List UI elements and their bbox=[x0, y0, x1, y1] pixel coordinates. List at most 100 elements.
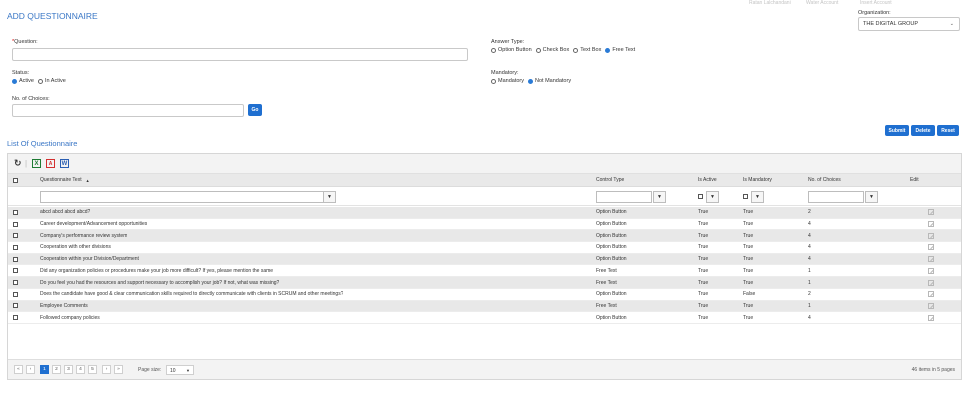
status-inactive[interactable]: In Active bbox=[37, 78, 66, 84]
row-checkbox[interactable] bbox=[13, 266, 18, 277]
edit-icon[interactable] bbox=[928, 301, 934, 312]
choices-label: No. of Choices: bbox=[12, 96, 50, 102]
edit-icon[interactable] bbox=[928, 219, 934, 230]
organization-selected-value: THE DIGITAL GROUP bbox=[863, 21, 919, 27]
delete-button[interactable]: Delete bbox=[911, 125, 935, 136]
table-row[interactable]: Do you feel you had the resources and su… bbox=[8, 277, 961, 289]
answer-type-label: Answer Type: bbox=[491, 39, 525, 45]
row-checkbox[interactable] bbox=[13, 289, 18, 300]
cell-no-of-choices: 4 bbox=[808, 244, 811, 251]
grid-toolbar: ↻ | X A W bbox=[8, 154, 961, 174]
filter-checkbox-is-active[interactable] bbox=[698, 187, 703, 205]
status-active[interactable]: Active bbox=[12, 78, 34, 84]
row-checkbox[interactable] bbox=[13, 219, 18, 230]
edit-icon[interactable] bbox=[928, 230, 934, 241]
table-row[interactable]: Cooperation with other divisions Option B… bbox=[8, 242, 961, 254]
pager-page-1[interactable]: 1 bbox=[40, 365, 49, 374]
table-row[interactable]: Did any organization policies or procedu… bbox=[8, 266, 961, 278]
row-checkbox[interactable] bbox=[13, 301, 18, 312]
table-row[interactable]: Career development/Advancement opportuni… bbox=[8, 219, 961, 231]
pager-last-button[interactable]: » bbox=[114, 365, 123, 374]
filter-icon[interactable]: ▼ bbox=[653, 191, 666, 203]
select-all-checkbox[interactable] bbox=[13, 174, 18, 186]
table-row[interactable]: Does the candidate have good & clear com… bbox=[8, 289, 961, 301]
row-checkbox[interactable] bbox=[13, 277, 18, 288]
column-header-no-of-choices[interactable]: No. of Choices bbox=[808, 174, 841, 186]
reset-button[interactable]: Reset bbox=[937, 125, 959, 136]
header-user-name[interactable]: Ratan Lalchandani bbox=[749, 0, 791, 6]
column-header-is-active[interactable]: Is Active bbox=[698, 174, 717, 186]
edit-icon[interactable] bbox=[928, 289, 934, 300]
pager-first-button[interactable]: « bbox=[14, 365, 23, 374]
table-row[interactable]: Employee Comments Free Text True True 1 bbox=[8, 300, 961, 313]
mandatory-yes[interactable]: Mandatory bbox=[491, 78, 524, 84]
filter-input-no-of-choices[interactable] bbox=[808, 191, 864, 203]
grid-header: Questionnaire Text ▲ Control Type Is Acti… bbox=[8, 174, 961, 187]
pager-page-5[interactable]: 5 bbox=[88, 365, 97, 374]
choices-input[interactable] bbox=[12, 104, 244, 117]
column-header-questionnaire-text[interactable]: Questionnaire Text ▲ bbox=[40, 174, 90, 186]
answer-type-check-box[interactable]: Check Box bbox=[535, 47, 569, 53]
filter-icon[interactable]: ▼ bbox=[865, 191, 878, 203]
cell-is-active: True bbox=[698, 291, 709, 298]
pager-page-2[interactable]: 2 bbox=[52, 365, 61, 374]
edit-icon[interactable] bbox=[928, 254, 934, 265]
row-checkbox[interactable] bbox=[13, 242, 18, 253]
cell-is-active: True bbox=[698, 209, 709, 216]
table-row[interactable]: Cooperation within your Division/Departm… bbox=[8, 253, 961, 266]
page-size-select[interactable]: 10 ▼ bbox=[166, 365, 194, 375]
pdf-icon[interactable]: A bbox=[46, 159, 55, 168]
row-checkbox[interactable] bbox=[13, 254, 18, 265]
edit-icon[interactable] bbox=[928, 312, 934, 323]
cell-is-active: True bbox=[698, 244, 709, 251]
edit-icon[interactable] bbox=[928, 277, 934, 288]
organization-select[interactable]: THE DIGITAL GROUP ⌄ bbox=[858, 17, 960, 31]
filter-input-control-type[interactable] bbox=[596, 191, 652, 203]
row-checkbox[interactable] bbox=[13, 230, 18, 241]
table-row[interactable]: Company's performance review system Optio… bbox=[8, 230, 961, 243]
header-link-insert[interactable]: Insert Account bbox=[860, 0, 892, 6]
filter-row: ▼ ▼ ▼ ▼ ▼ bbox=[8, 187, 961, 206]
table-row[interactable]: abcd abcd abcd abcd? Option Button True Tru… bbox=[8, 207, 961, 219]
submit-button[interactable]: Submit bbox=[885, 125, 909, 136]
sort-asc-icon: ▲ bbox=[85, 177, 90, 183]
cell-no-of-choices: 2 bbox=[808, 291, 811, 298]
question-input[interactable] bbox=[12, 48, 468, 61]
cell-questionnaire-text: Do you feel you had the resources and su… bbox=[40, 279, 280, 286]
refresh-icon[interactable]: ↻ bbox=[14, 158, 22, 169]
excel-icon[interactable]: X bbox=[32, 159, 41, 168]
mandatory-no[interactable]: Not Mandatory bbox=[528, 78, 571, 84]
cell-questionnaire-text: Company's performance review system bbox=[40, 232, 128, 239]
edit-icon[interactable] bbox=[928, 242, 934, 253]
column-header-is-mandatory[interactable]: Is Mandatory bbox=[743, 174, 772, 186]
answer-type-text-box[interactable]: Text Box bbox=[573, 47, 601, 53]
answer-type-group: Option Button Check Box Text Box Free Te… bbox=[491, 47, 639, 53]
pager-prev-button[interactable]: ‹ bbox=[26, 365, 35, 374]
organization-label: Organization: bbox=[858, 10, 891, 16]
go-button[interactable]: Go bbox=[248, 104, 262, 116]
cell-control-type: Free Text bbox=[596, 302, 617, 309]
cell-is-mandatory: True bbox=[743, 314, 754, 321]
chevron-down-icon: ▼ bbox=[186, 368, 190, 373]
page-size-label: Page size: bbox=[138, 367, 162, 373]
header-link-water[interactable]: Water Account bbox=[806, 0, 838, 6]
word-icon[interactable]: W bbox=[60, 159, 69, 168]
filter-checkbox-is-mandatory[interactable] bbox=[743, 187, 748, 205]
row-checkbox[interactable] bbox=[13, 207, 18, 218]
pager-next-button[interactable]: › bbox=[102, 365, 111, 374]
edit-icon[interactable] bbox=[928, 266, 934, 277]
table-row[interactable]: Followed company policies Option Button Tr… bbox=[8, 312, 961, 324]
edit-icon[interactable] bbox=[928, 207, 934, 218]
filter-input-questionnaire-text[interactable] bbox=[40, 191, 326, 203]
filter-icon[interactable]: ▼ bbox=[751, 191, 764, 203]
pager-page-3[interactable]: 3 bbox=[64, 365, 73, 374]
filter-icon[interactable]: ▼ bbox=[323, 191, 336, 203]
cell-no-of-choices: 4 bbox=[808, 256, 811, 263]
row-checkbox[interactable] bbox=[13, 312, 18, 323]
radio-icon bbox=[573, 47, 579, 53]
pager-page-4[interactable]: 4 bbox=[76, 365, 85, 374]
column-header-control-type[interactable]: Control Type bbox=[596, 174, 624, 186]
answer-type-option-button[interactable]: Option Button bbox=[491, 47, 532, 53]
answer-type-free-text[interactable]: Free Text bbox=[605, 47, 635, 53]
filter-icon[interactable]: ▼ bbox=[706, 191, 719, 203]
